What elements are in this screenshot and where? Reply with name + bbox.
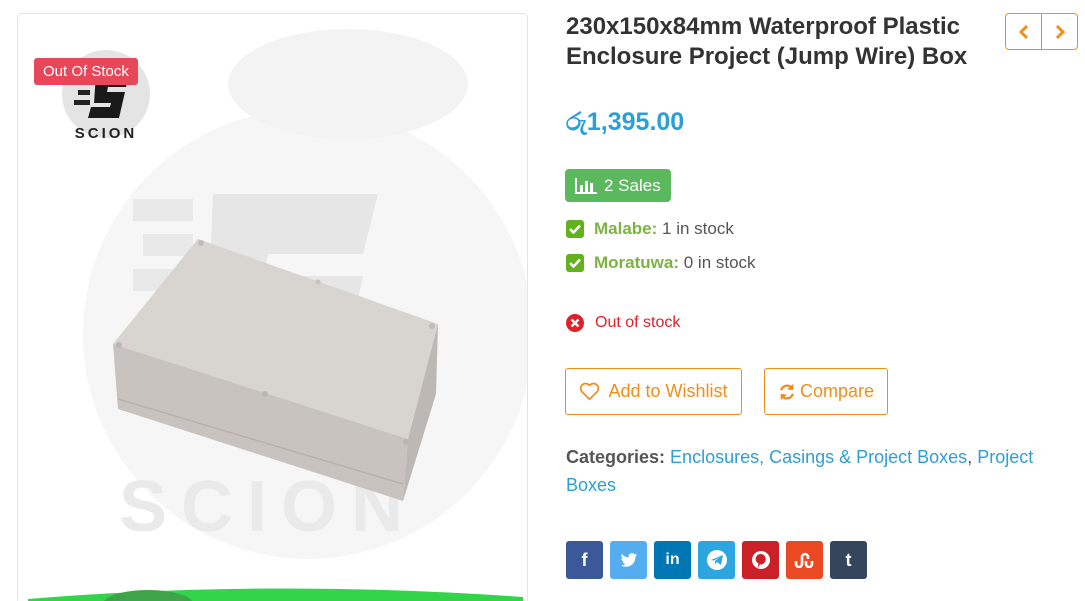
twitter-bird-icon [620,552,637,567]
stock-row-malabe: Malabe: 1 in stock [566,217,734,241]
compare-label: Compare [799,381,875,401]
add-to-wishlist-button[interactable]: Add to Wishlist [565,368,742,415]
chevron-left-icon [1018,24,1028,39]
product-nav [1005,13,1078,50]
category-link[interactable]: Enclosures, Casings & Project Boxes [670,447,967,467]
availability-status: Out of stock [566,314,680,332]
product-gallery[interactable]: SCION SCION Out Of Stock [17,13,528,601]
share-pinterest-button[interactable] [742,541,779,579]
telegram-plane-icon [706,550,727,570]
product-title: 230x150x84mm Waterproof Plastic Enclosur… [566,13,968,70]
out-of-stock-badge: Out Of Stock [34,58,138,85]
stumbleupon-icon [794,552,813,568]
compare-button[interactable]: Compare [764,368,888,415]
stock-location: Malabe: [594,219,658,238]
share-facebook-button[interactable]: f [566,541,603,579]
next-product-button[interactable] [1041,14,1077,49]
share-stumbleupon-button[interactable] [786,541,823,579]
product-price: රු1,395.00 [566,108,685,136]
social-share: f in t [566,541,867,579]
share-tumblr-button[interactable]: t [830,541,867,579]
checkbox-checked-icon [566,254,584,272]
sales-count: 2 Sales [604,175,661,195]
wishlist-label: Add to Wishlist [608,381,728,401]
tumblr-icon: t [845,549,852,570]
checkbox-checked-icon [566,220,584,238]
svg-text:SCION: SCION [75,125,138,142]
previous-product-button[interactable] [1006,14,1041,49]
refresh-icon [780,383,794,400]
bar-chart-icon [575,177,597,194]
pinterest-icon [751,551,770,569]
chevron-right-icon [1055,24,1065,39]
linkedin-icon: in [665,551,680,568]
sales-badge: 2 Sales [565,169,671,202]
availability-text: Out of stock [595,314,681,331]
share-twitter-button[interactable] [610,541,647,579]
stock-location: Moratuwa: [594,253,679,272]
stock-quantity: 1 in stock [662,219,734,238]
share-linkedin-button[interactable]: in [654,541,691,579]
times-circle-icon [566,314,584,332]
categories-label: Categories: [566,447,666,467]
product-categories: Categories: Enclosures, Casings & Projec… [566,447,1034,495]
stock-quantity: 0 in stock [683,253,756,272]
heart-icon [580,382,600,401]
product-image[interactable]: SCION SCION [18,14,528,601]
stock-row-moratuwa: Moratuwa: 0 in stock [566,251,756,275]
facebook-icon: f [581,549,588,570]
share-telegram-button[interactable] [698,541,735,579]
